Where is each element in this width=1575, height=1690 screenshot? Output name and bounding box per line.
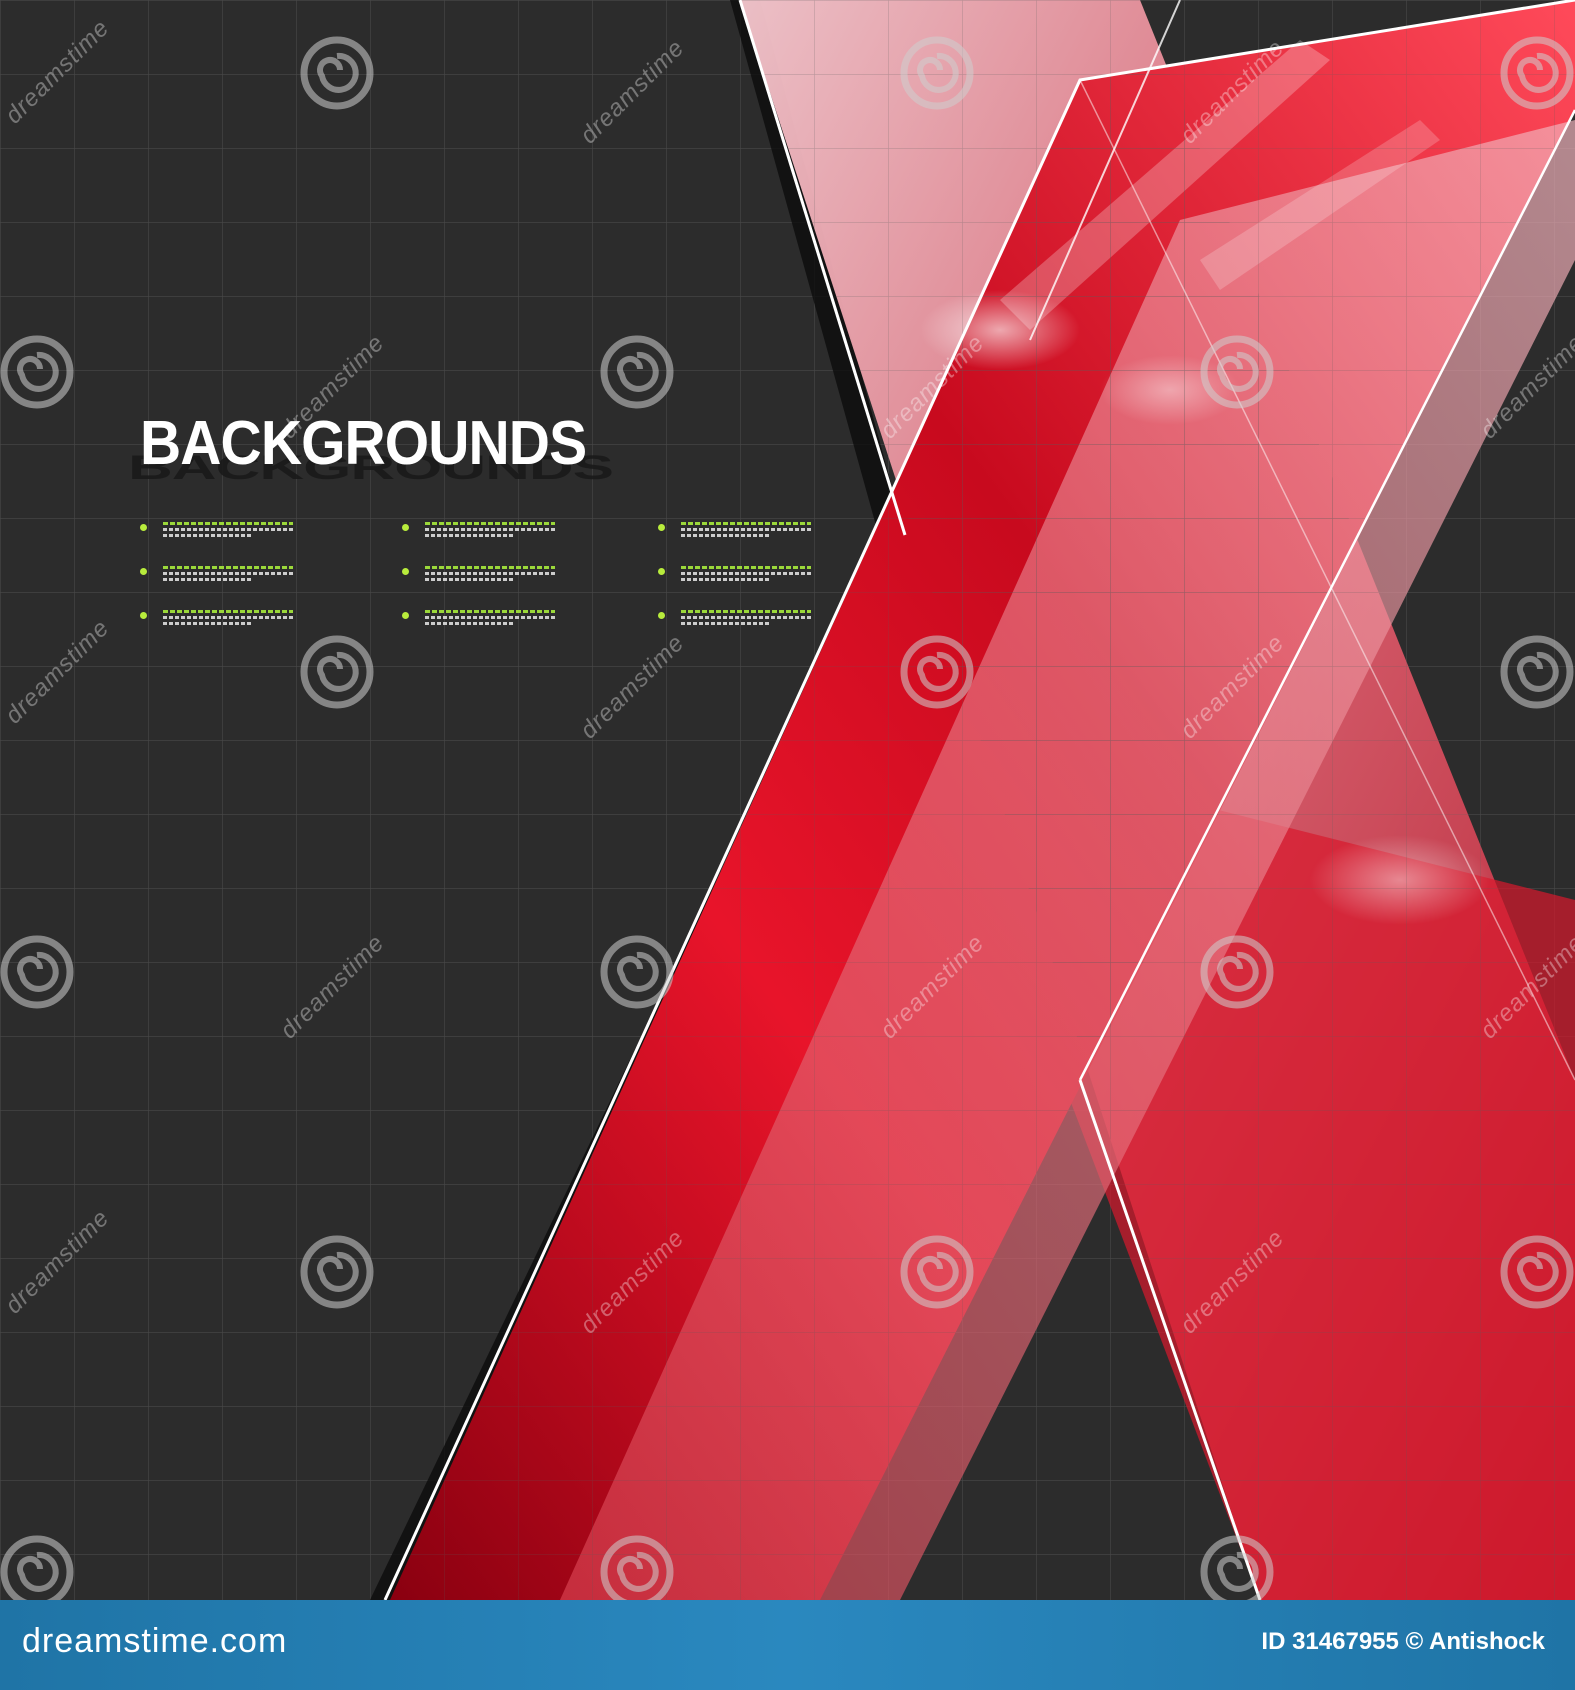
placeholder-line [681, 622, 771, 625]
spiral-icon [1500, 635, 1574, 709]
spiral-icon [300, 36, 374, 110]
placeholder-line [425, 572, 555, 575]
bullet-item [140, 564, 293, 588]
spiral-icon [300, 1235, 374, 1309]
spiral-icon [1200, 935, 1274, 1009]
bullet-dot [140, 612, 147, 619]
bullet-item [658, 520, 811, 544]
bullet-dot [402, 568, 409, 575]
placeholder-line [425, 528, 555, 531]
spiral-icon [0, 335, 74, 409]
spiral-icon [0, 1535, 74, 1609]
placeholder-line [163, 572, 293, 575]
headline-block: BACKGROUNDS BACKGROUNDS [128, 408, 614, 498]
spiral-icon [1500, 1235, 1574, 1309]
placeholder-line [425, 622, 515, 625]
spiral-icon [600, 935, 674, 1009]
bullet-dot [658, 568, 665, 575]
spiral-icon [600, 335, 674, 409]
placeholder-line [163, 522, 293, 525]
placeholder-line [163, 578, 253, 581]
spiral-icon [900, 36, 974, 110]
placeholder-line [163, 528, 293, 531]
placeholder-line [425, 522, 555, 525]
spiral-icon [300, 635, 374, 709]
placeholder-line [681, 610, 811, 613]
bullet-item [402, 564, 555, 588]
placeholder-line [681, 578, 771, 581]
placeholder-line [681, 572, 811, 575]
placeholder-line [425, 566, 555, 569]
bullet-dot [140, 568, 147, 575]
placeholder-line [163, 534, 253, 537]
placeholder-line [425, 610, 555, 613]
bullet-dot [402, 612, 409, 619]
stock-image: dreamstime dreamstime dreamstime dreamst… [0, 0, 1575, 1690]
spiral-icon [600, 1535, 674, 1609]
placeholder-line [681, 616, 811, 619]
placeholder-line [681, 534, 771, 537]
background-artwork [0, 0, 1575, 1600]
placeholder-line [681, 566, 811, 569]
bullet-item [658, 564, 811, 588]
placeholder-line [681, 528, 811, 531]
placeholder-line [163, 610, 293, 613]
placeholder-line [425, 578, 515, 581]
spiral-icon [0, 935, 74, 1009]
bullet-dot [140, 524, 147, 531]
bullet-dot [402, 524, 409, 531]
bullet-dot [658, 524, 665, 531]
bullet-item [658, 608, 811, 632]
bullet-dot [658, 612, 665, 619]
spiral-icon [1500, 36, 1574, 110]
footer-site-name: dreamstime.com [22, 1622, 288, 1660]
spiral-icon [1200, 335, 1274, 409]
placeholder-line [425, 616, 555, 619]
bullet-item [402, 520, 555, 544]
bullet-item [402, 608, 555, 632]
spiral-icon [900, 1235, 974, 1309]
bullet-placeholder-grid [140, 520, 830, 630]
placeholder-line [163, 616, 293, 619]
bullet-item [140, 608, 293, 632]
spiral-icon [1200, 1535, 1274, 1609]
placeholder-line [163, 622, 253, 625]
placeholder-line [425, 534, 515, 537]
placeholder-line [163, 566, 293, 569]
headline: BACKGROUNDS [140, 409, 587, 478]
spiral-icon [900, 635, 974, 709]
placeholder-line [681, 522, 811, 525]
footer-image-id: ID 31467955 © Antishock [1261, 1628, 1545, 1655]
bullet-item [140, 520, 293, 544]
stock-footer-bar: dreamstime.com ID 31467955 © Antishock [0, 1600, 1575, 1690]
